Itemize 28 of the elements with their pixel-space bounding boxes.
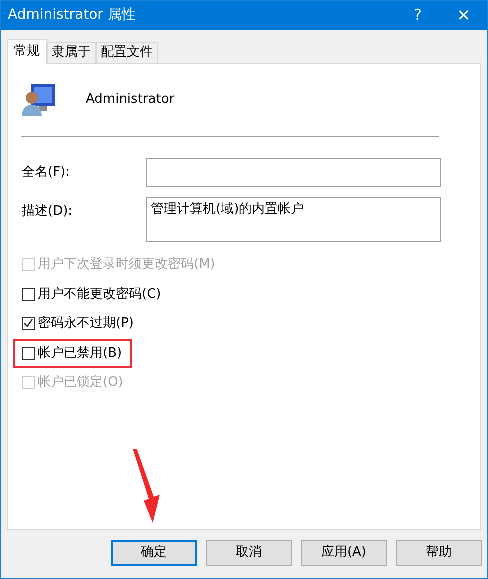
tab[interactable]: 隶属于: [47, 42, 96, 63]
checkbox-label: 密码永不过期(P): [38, 315, 134, 333]
help-button[interactable]: ?: [395, 1, 441, 30]
checkbox-label: 帐户已禁用(B): [38, 344, 122, 362]
dialog-button[interactable]: 取消: [206, 540, 292, 566]
checkbox-label: 用户下次登录时须更改密码(M): [38, 256, 216, 274]
field-label: 描述(D):: [22, 203, 74, 221]
dialog-button[interactable]: 确定: [111, 540, 197, 566]
window-title: Administrator 属性: [8, 6, 137, 25]
tab[interactable]: 常规: [7, 39, 47, 64]
dialog-button[interactable]: 应用(A): [301, 540, 387, 566]
check-icon: [23, 318, 34, 330]
description-field[interactable]: 管理计算机(域)的内置帐户: [146, 197, 441, 242]
field-label: 全名(F):: [22, 164, 72, 182]
checkbox-label: 用户不能更改密码(C): [38, 286, 162, 304]
checkbox[interactable]: [22, 317, 35, 330]
user-computer-icon: [21, 82, 57, 118]
checkbox-label: 帐户已锁定(O): [38, 374, 124, 392]
highlighted-checkbox-option[interactable]: 帐户已禁用(B): [13, 338, 132, 368]
full-name-field[interactable]: [146, 158, 441, 187]
dialog-button[interactable]: 帮助: [396, 540, 482, 566]
close-button[interactable]: ✕: [441, 1, 487, 30]
checkbox[interactable]: [22, 288, 35, 301]
tab[interactable]: 配置文件: [96, 42, 158, 63]
user-name: Administrator: [86, 91, 175, 110]
checkbox-option[interactable]: 用户不能更改密码(C): [22, 284, 162, 304]
checkbox-option[interactable]: 密码永不过期(P): [22, 314, 134, 334]
checkbox[interactable]: [22, 346, 35, 360]
